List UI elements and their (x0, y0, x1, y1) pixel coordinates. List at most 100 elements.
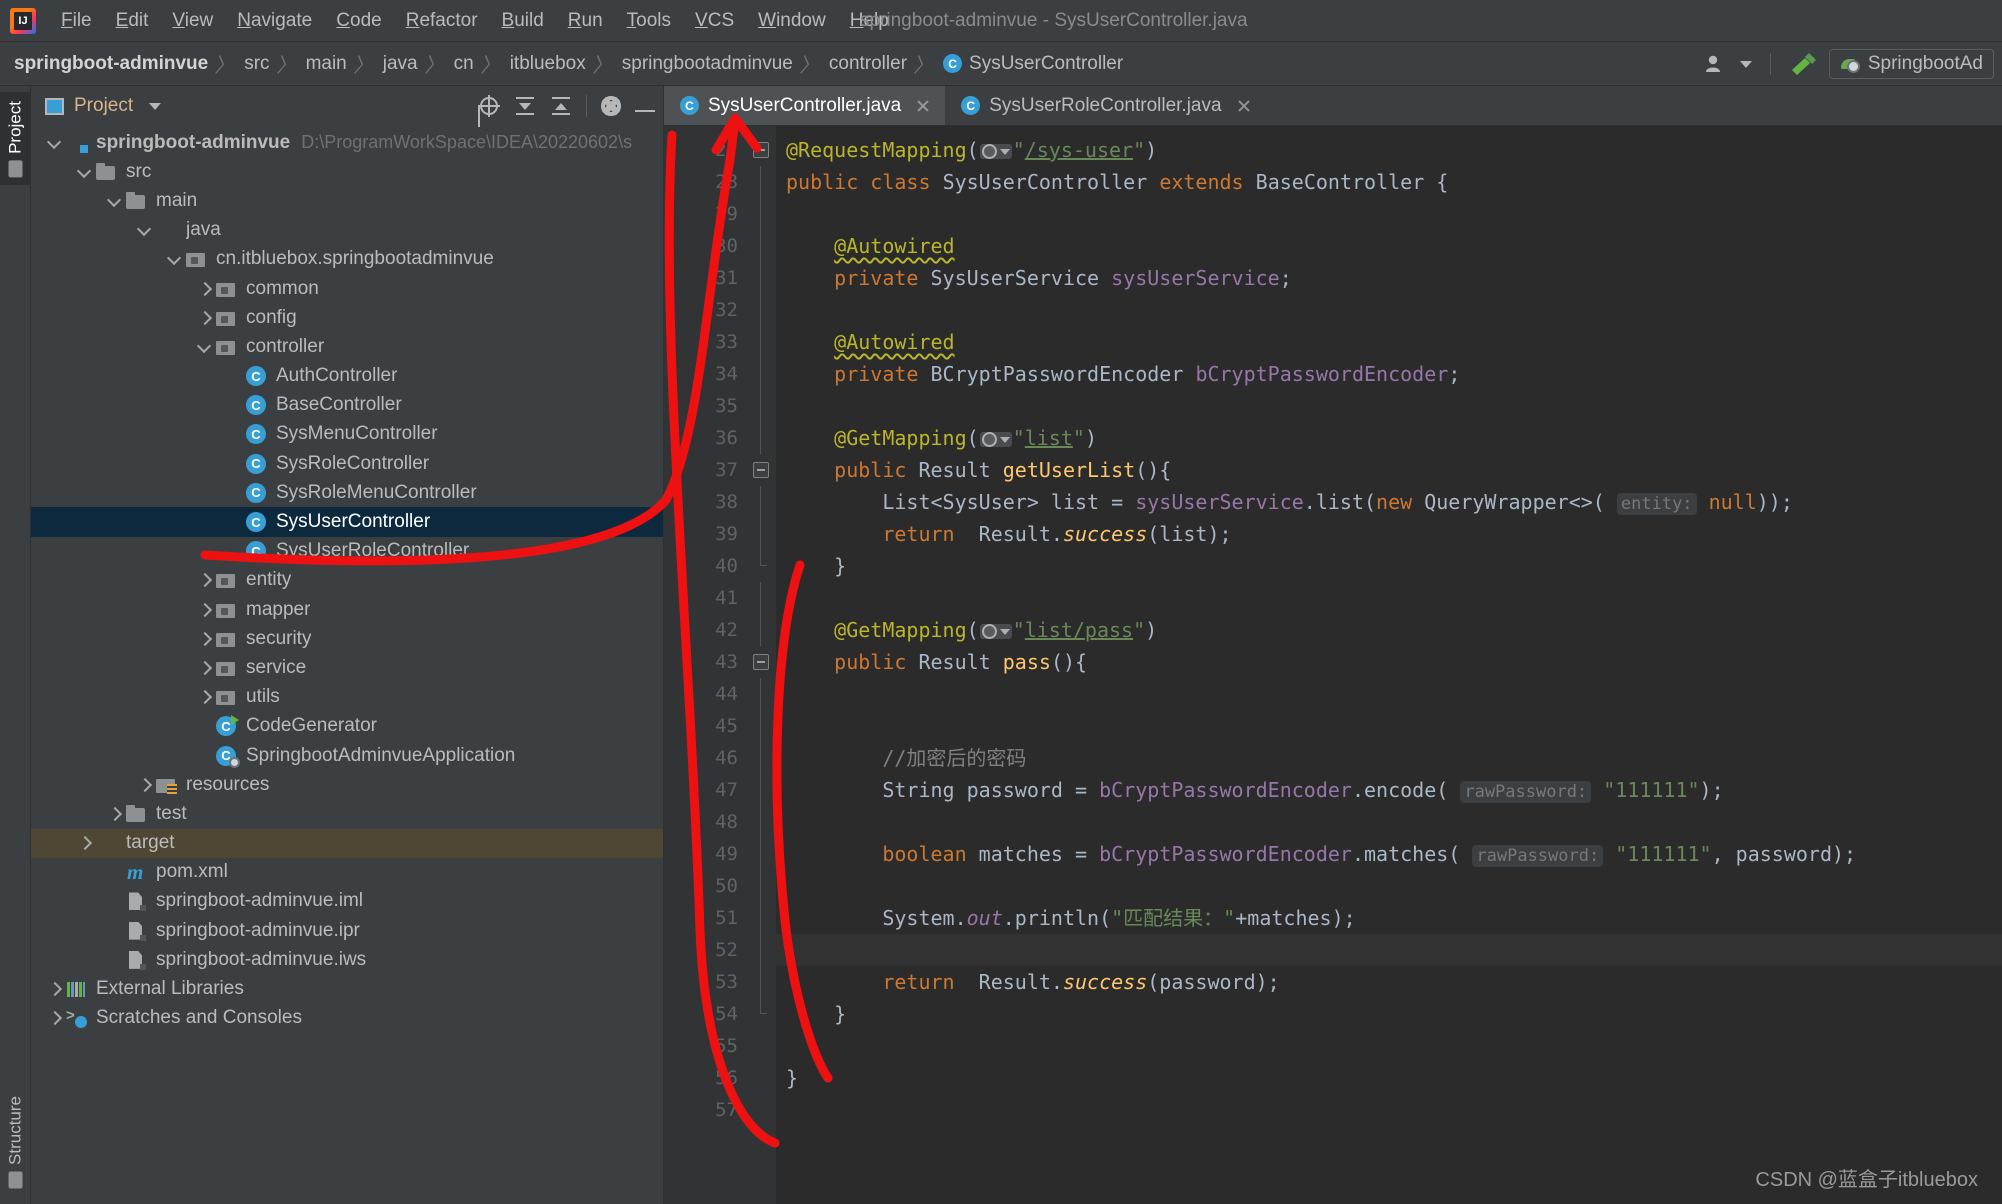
tree-item-controller[interactable]: controller (31, 332, 663, 361)
line-number[interactable]: 33 (664, 326, 748, 358)
fold-region[interactable] (748, 198, 776, 230)
tree-item-service[interactable]: service (31, 653, 663, 682)
code-line[interactable] (776, 294, 2002, 326)
fold-region[interactable] (748, 646, 776, 678)
code-text[interactable]: @RequestMapping("/sys-user") public class… (776, 126, 2002, 1204)
menu-item-window[interactable]: Window (747, 7, 837, 35)
project-tree[interactable]: springboot-adminvue D:\ProgramWorkSpace\I… (31, 126, 663, 1204)
chevron-right-icon[interactable] (45, 1009, 63, 1027)
fold-region[interactable] (748, 326, 776, 358)
fold-region[interactable] (748, 390, 776, 422)
code-line[interactable] (776, 870, 2002, 902)
chevron-right-icon[interactable] (195, 630, 213, 648)
line-number[interactable]: 43 (664, 646, 748, 678)
code-line[interactable] (776, 678, 2002, 710)
line-number[interactable]: 54 (664, 998, 748, 1030)
code-line[interactable]: } (776, 998, 2002, 1030)
menu-item-file[interactable]: File (50, 7, 103, 35)
menu-item-code[interactable]: Code (325, 7, 392, 35)
code-line[interactable] (776, 934, 2002, 966)
fold-region[interactable] (748, 710, 776, 742)
fold-region[interactable] (748, 998, 776, 1030)
fold-region[interactable] (748, 870, 776, 902)
menu-item-vcs[interactable]: VCS (684, 7, 745, 35)
line-number[interactable]: 49 (664, 838, 748, 870)
tree-item-sysuserrolecontroller[interactable]: SysUserRoleController (31, 537, 663, 566)
tree-item-springboot-adminvue-iws[interactable]: springboot-adminvue.iws (31, 945, 663, 974)
tree-item-basecontroller[interactable]: BaseController (31, 391, 663, 420)
fold-region[interactable] (748, 966, 776, 998)
fold-region[interactable] (748, 166, 776, 198)
chevron-down-icon[interactable] (165, 250, 183, 268)
fold-region[interactable] (748, 678, 776, 710)
code-line[interactable]: public Result getUserList(){ (776, 454, 2002, 486)
fold-region[interactable] (748, 550, 776, 582)
fold-region[interactable] (748, 934, 776, 966)
menu-item-build[interactable]: Build (491, 7, 555, 35)
editor-tab-sysusercontroller-java[interactable]: C SysUserController.java (664, 86, 946, 125)
line-number[interactable]: 46 (664, 742, 748, 774)
hide-panel-icon[interactable] (635, 110, 655, 112)
line-number[interactable]: 47 (664, 774, 748, 806)
chevron-down-icon[interactable] (45, 134, 63, 152)
tree-item-utils[interactable]: utils (31, 683, 663, 712)
code-line[interactable]: @Autowired (776, 230, 2002, 262)
code-line[interactable] (776, 390, 2002, 422)
code-line[interactable]: return Result.success(list); (776, 518, 2002, 550)
tree-item-mapper[interactable]: mapper (31, 595, 663, 624)
fold-region[interactable] (748, 1030, 776, 1062)
line-number[interactable]: 50 (664, 870, 748, 902)
build-button[interactable] (1779, 46, 1829, 82)
code-editor[interactable]: 27 28 29 30 31 32 33 34 35 36 37 38 39 40 41 42 43 44 45 46… (664, 126, 2002, 1204)
code-line[interactable]: @RequestMapping("/sys-user") (776, 134, 2002, 166)
tree-item-sysrolemenucontroller[interactable]: SysRoleMenuController (31, 478, 663, 507)
locate-icon[interactable] (478, 95, 500, 117)
tree-item-cn-itbluebox-springbootadminvue[interactable]: cn.itbluebox.springbootadminvue (31, 245, 663, 274)
code-line[interactable] (776, 1094, 2002, 1126)
tree-item-pom-xml[interactable]: pom.xml (31, 858, 663, 887)
line-number[interactable]: 57 (664, 1094, 748, 1126)
line-number[interactable]: 45 (664, 710, 748, 742)
breadcrumb-item-src[interactable]: src (244, 53, 269, 75)
fold-region[interactable] (748, 518, 776, 550)
tree-item-external-libraries[interactable]: External Libraries (31, 974, 663, 1003)
line-number[interactable]: 31 (664, 262, 748, 294)
user-account-button[interactable] (1694, 49, 1762, 79)
project-panel-title[interactable]: Project (45, 95, 162, 117)
breadcrumb-item-main[interactable]: main (306, 53, 347, 75)
chevron-right-icon[interactable] (45, 980, 63, 998)
tree-item-main[interactable]: main (31, 186, 663, 215)
tree-item-springboot-adminvue-iml[interactable]: springboot-adminvue.iml (31, 887, 663, 916)
fold-region[interactable] (748, 454, 776, 486)
code-line[interactable]: return Result.success(password); (776, 966, 2002, 998)
code-line[interactable]: List<SysUser> list = sysUserService.list… (776, 486, 2002, 518)
chevron-right-icon[interactable] (195, 280, 213, 298)
code-line[interactable] (776, 582, 2002, 614)
tree-item-security[interactable]: security (31, 624, 663, 653)
menu-item-refactor[interactable]: Refactor (395, 7, 489, 35)
close-icon[interactable] (1236, 98, 1252, 114)
editor-tab-sysuserrolecontroller-java[interactable]: C SysUserRoleController.java (945, 86, 1265, 125)
breadcrumb-item-controller[interactable]: controller (829, 53, 907, 75)
chevron-down-icon[interactable] (105, 192, 123, 210)
line-number[interactable]: 40 (664, 550, 748, 582)
line-number[interactable]: 28 (664, 166, 748, 198)
breadcrumb-item-itbluebox[interactable]: itbluebox (510, 53, 586, 75)
close-icon[interactable] (915, 98, 931, 114)
line-number[interactable]: 39 (664, 518, 748, 550)
fold-region[interactable] (748, 294, 776, 326)
fold-region[interactable] (748, 742, 776, 774)
tree-item-scratches-and-consoles[interactable]: Scratches and Consoles (31, 1004, 663, 1033)
chevron-down-icon[interactable] (75, 163, 93, 181)
fold-region[interactable] (748, 614, 776, 646)
chevron-right-icon[interactable] (195, 688, 213, 706)
expand-all-icon[interactable] (514, 95, 536, 117)
line-number[interactable]: 52 (664, 934, 748, 966)
fold-collapse-icon[interactable] (753, 462, 769, 478)
line-number[interactable]: 56 (664, 1062, 748, 1094)
line-number[interactable]: 29 (664, 198, 748, 230)
fold-region[interactable] (748, 806, 776, 838)
code-line[interactable]: @Autowired (776, 326, 2002, 358)
fold-collapse-icon[interactable] (753, 142, 769, 158)
breadcrumb-item-springboot-adminvue[interactable]: springboot-adminvue (14, 53, 208, 75)
